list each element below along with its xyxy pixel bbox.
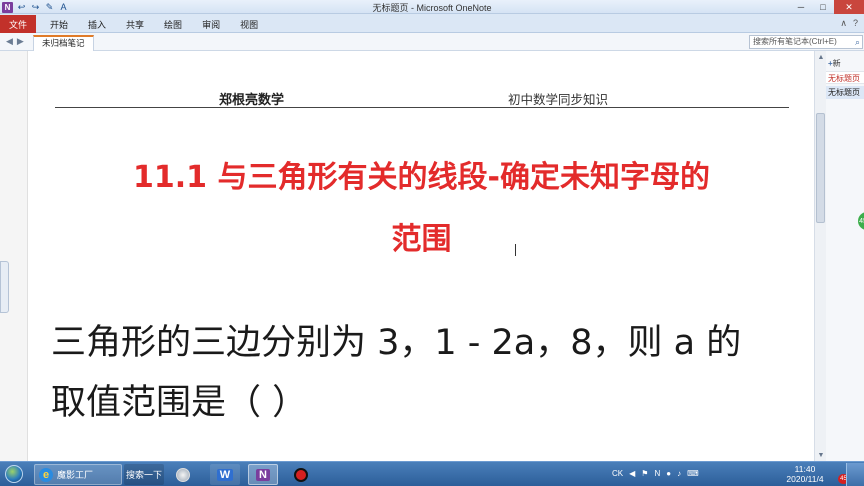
window-controls: ─ □ ✕: [790, 0, 864, 14]
new-page-button[interactable]: +新: [826, 57, 864, 71]
record-icon: [294, 467, 308, 482]
network-icon[interactable]: ●: [666, 467, 671, 479]
ime-indicator[interactable]: CK: [612, 467, 623, 479]
page-item[interactable]: 无标题页: [826, 86, 864, 99]
tab-share[interactable]: 共享: [116, 18, 154, 31]
taskbar-search-button[interactable]: 搜索一下: [124, 464, 164, 485]
back-arrow-icon[interactable]: ◀: [6, 36, 13, 47]
title-line-2: 范围: [391, 222, 452, 257]
ribbon-controls: ∧ ?: [840, 18, 858, 29]
page-list-panel: +新 无标题页 无标题页 45: [826, 51, 864, 461]
onenote-icon: N: [256, 468, 270, 481]
clock-time: 11:40: [794, 464, 816, 474]
taskbar-onenote[interactable]: N: [248, 464, 278, 485]
title-line-1: 11.1 与三角形有关的线段-确定未知字母的: [133, 160, 710, 195]
tab-insert[interactable]: 插入: [78, 18, 116, 31]
search-icon[interactable]: ⌕: [855, 36, 860, 48]
keyboard-icon[interactable]: ⌨: [687, 467, 699, 479]
volume-icon[interactable]: ♪: [677, 467, 681, 479]
title-bar: N ↩ ↪ ✎ A 无标题页 - Microsoft OneNote ─ □ ✕: [0, 0, 864, 14]
header-subject: 初中数学同步知识: [508, 92, 609, 107]
question-line-1: 三角形的三边分别为 3，1 - 2a，8，则 a 的: [51, 323, 742, 363]
search-placeholder: 搜索所有笔记本(Ctrl+E): [753, 37, 837, 46]
collapse-ribbon-icon[interactable]: ∧: [840, 18, 847, 29]
ribbon-tabs: 文件 开始 插入 共享 绘图 审阅 视图 ∧ ?: [0, 14, 864, 33]
question-line-2: 取值范围是（ ）: [51, 383, 308, 423]
tray-expand-icon[interactable]: ◀: [629, 467, 635, 479]
tab-view[interactable]: 视图: [230, 18, 268, 31]
document-header: 郑根亮数学 初中数学同步知识: [55, 86, 789, 108]
clock[interactable]: 11:40 2020/11/4: [778, 464, 832, 484]
taskbar-item-label: 魔影工厂: [57, 470, 94, 480]
window-title: 无标题页 - Microsoft OneNote: [372, 3, 492, 13]
section-tab-unfiled-notes[interactable]: 未归档笔记: [33, 35, 94, 51]
tab-draw[interactable]: 绘图: [154, 18, 192, 31]
tab-review[interactable]: 审阅: [192, 18, 230, 31]
search-input[interactable]: 搜索所有笔记本(Ctrl+E) ⌕: [749, 35, 863, 49]
show-desktop-button[interactable]: [846, 463, 864, 486]
ie-icon: e: [39, 467, 53, 482]
text-cursor: [515, 244, 516, 256]
taskbar-app-icon[interactable]: [168, 464, 198, 485]
windows-logo-icon: [5, 465, 23, 483]
taskbar-item-browser[interactable]: e 魔影工厂: [34, 464, 122, 485]
onenote-tray-icon[interactable]: N: [654, 467, 660, 479]
panel-collapse-handle[interactable]: 45: [858, 212, 864, 230]
taskbar-wps[interactable]: W: [210, 464, 240, 485]
scroll-thumb[interactable]: [816, 113, 825, 223]
page-item[interactable]: 无标题页: [826, 71, 864, 84]
question-text: 三角形的三边分别为 3，1 - 2a，8，则 a 的 取值范围是（ ）: [51, 313, 811, 433]
nav-arrows: ◀ ▶: [6, 36, 24, 47]
document-title: 11.1 与三角形有关的线段-确定未知字母的 范围: [29, 147, 814, 271]
left-margin-strip: ◇: [0, 51, 28, 461]
navigation-pane-handle[interactable]: [0, 261, 9, 313]
ribbon-tab-list: 开始 插入 共享 绘图 审阅 视图: [40, 18, 268, 31]
taskbar: e 魔影工厂 搜索一下 W N CK ◀ ⚑ N ● ♪ ⌨ 11:40 202…: [0, 461, 864, 486]
header-author: 郑根亮数学: [219, 93, 285, 108]
vertical-scrollbar[interactable]: ▲ ▼: [814, 51, 826, 461]
clock-date: 2020/11/4: [786, 474, 824, 484]
new-page-label: 新: [832, 59, 841, 68]
minimize-button[interactable]: ─: [790, 0, 812, 14]
wps-icon: W: [216, 468, 234, 481]
start-button[interactable]: [2, 463, 26, 485]
system-tray: CK ◀ ⚑ N ● ♪ ⌨: [612, 467, 699, 479]
tab-home[interactable]: 开始: [40, 18, 78, 31]
flag-icon[interactable]: ⚑: [641, 467, 648, 479]
tab-file[interactable]: 文件: [0, 15, 36, 33]
close-button[interactable]: ✕: [834, 0, 864, 14]
taskbar-recorder[interactable]: [286, 464, 316, 485]
page-canvas[interactable]: 郑根亮数学 初中数学同步知识 11.1 与三角形有关的线段-确定未知字母的 范围…: [29, 51, 814, 461]
section-bar: ◀ ▶ 未归档笔记 搜索所有笔记本(Ctrl+E) ⌕: [0, 33, 864, 51]
app-circle-icon: [176, 467, 190, 482]
forward-arrow-icon[interactable]: ▶: [17, 36, 24, 47]
maximize-button[interactable]: □: [812, 0, 834, 14]
help-icon[interactable]: ?: [853, 18, 858, 29]
